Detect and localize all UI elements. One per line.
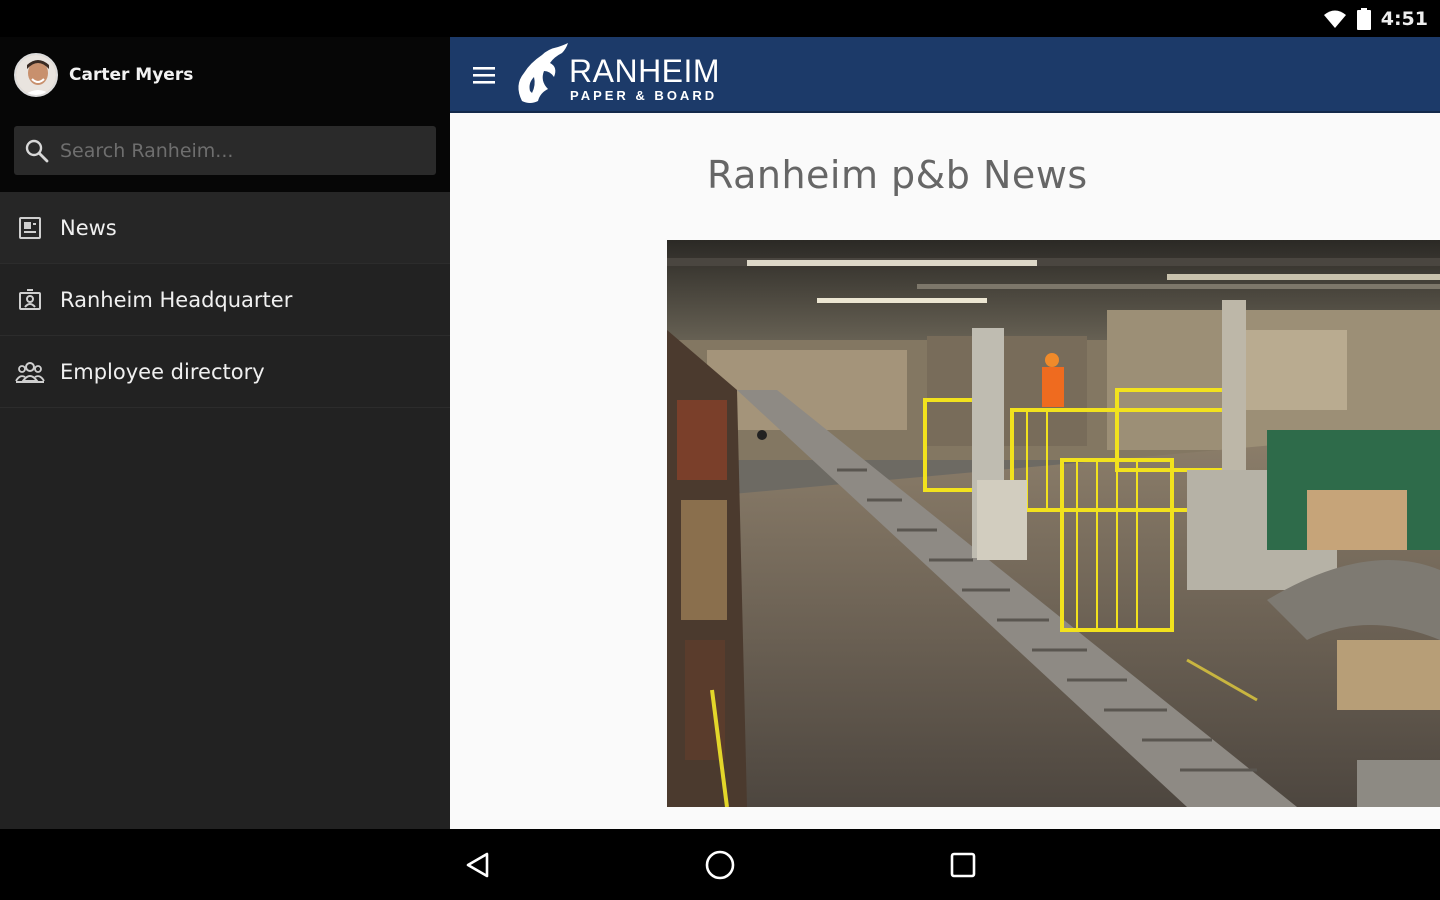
home-button[interactable]: [698, 843, 742, 887]
recents-button[interactable]: [941, 843, 985, 887]
logo-name: RANHEIM: [569, 53, 721, 89]
drawer-item-news[interactable]: News: [0, 192, 450, 264]
home-icon: [705, 850, 735, 880]
app-bar: RANHEIM PAPER & BOARD: [450, 37, 1440, 113]
recents-icon: [950, 852, 976, 878]
main-content: RANHEIM PAPER & BOARD Ranheim p&b News: [450, 37, 1440, 829]
search-input[interactable]: [60, 139, 436, 162]
drawer-header: Carter Myers: [0, 37, 450, 192]
status-bar: 4:51: [0, 0, 1440, 37]
hamburger-icon: [473, 67, 495, 84]
avatar[interactable]: [14, 53, 58, 97]
system-navigation-bar: [0, 829, 1440, 900]
back-button[interactable]: [456, 843, 500, 887]
drawer-item-employee-directory[interactable]: Employee directory: [0, 336, 450, 408]
logo-subtitle: PAPER & BOARD: [570, 88, 718, 103]
bear-logo-icon: [518, 43, 568, 103]
drawer-item-label: Ranheim Headquarter: [60, 287, 293, 312]
people-icon: [0, 336, 60, 408]
battery-icon: [1356, 8, 1371, 30]
wifi-icon: [1323, 10, 1346, 28]
status-icons: 4:51: [1323, 7, 1428, 31]
menu-button[interactable]: [468, 59, 500, 91]
drawer-item-ranheim-headquarter[interactable]: Ranheim Headquarter: [0, 264, 450, 336]
ranheim-logo: RANHEIM PAPER & BOARD: [514, 41, 734, 109]
headquarter-icon: [0, 264, 60, 336]
factory-floor-photo[interactable]: [667, 240, 1440, 807]
back-icon: [466, 852, 489, 878]
page-title: Ranheim p&b News: [707, 153, 1088, 197]
news-icon: [0, 192, 60, 264]
search-box[interactable]: [14, 126, 436, 175]
navigation-drawer: Carter Myers News: [0, 37, 450, 829]
status-time: 4:51: [1380, 8, 1428, 30]
drawer-item-label: Employee directory: [60, 359, 265, 384]
search-icon: [14, 126, 60, 175]
drawer-item-label: News: [60, 215, 117, 240]
user-name[interactable]: Carter Myers: [69, 65, 193, 85]
